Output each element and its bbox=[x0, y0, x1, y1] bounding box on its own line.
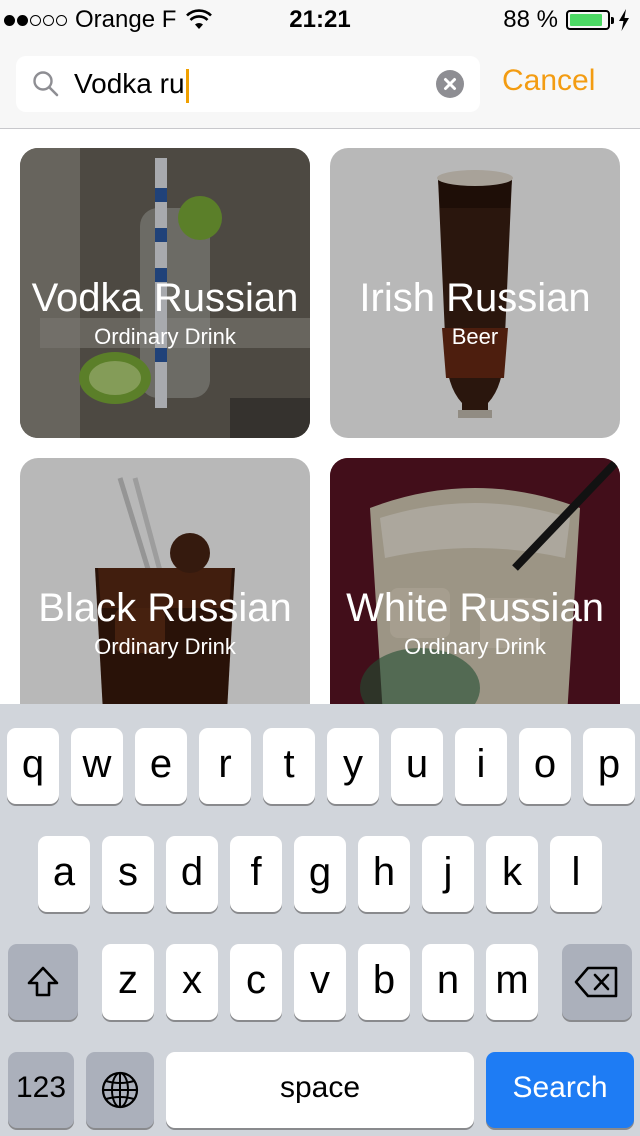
drink-card[interactable]: Irish Russian Beer bbox=[330, 148, 620, 438]
key-g[interactable]: g bbox=[294, 836, 346, 912]
key-i[interactable]: i bbox=[455, 728, 507, 804]
charging-bolt-icon bbox=[619, 9, 629, 31]
globe-key[interactable] bbox=[86, 1052, 154, 1128]
key-t[interactable]: t bbox=[263, 728, 315, 804]
drink-card[interactable]: Vodka Russian Ordinary Drink bbox=[20, 148, 310, 438]
drink-title: Black Russian bbox=[38, 586, 292, 630]
keyboard: qwertyuiop asdfghjkl zxcvbnm 123 space S… bbox=[0, 704, 640, 1136]
key-y[interactable]: y bbox=[327, 728, 379, 804]
drink-category: Beer bbox=[451, 324, 499, 349]
key-k[interactable]: k bbox=[486, 836, 538, 912]
text-cursor bbox=[185, 68, 189, 103]
key-s[interactable]: s bbox=[102, 836, 154, 912]
key-l[interactable]: l bbox=[550, 836, 602, 912]
drink-title: Vodka Russian bbox=[31, 276, 299, 320]
backspace-icon bbox=[574, 966, 618, 998]
key-r[interactable]: r bbox=[199, 728, 251, 804]
key-q[interactable]: q bbox=[7, 728, 59, 804]
key-u[interactable]: u bbox=[391, 728, 443, 804]
numbers-key[interactable]: 123 bbox=[8, 1052, 74, 1128]
key-n[interactable]: n bbox=[422, 944, 474, 1020]
key-v[interactable]: v bbox=[294, 944, 346, 1020]
key-a[interactable]: a bbox=[38, 836, 90, 912]
search-header: Vodka ru Cancel bbox=[0, 40, 640, 129]
key-e[interactable]: e bbox=[135, 728, 187, 804]
battery-status: 88 % bbox=[503, 6, 630, 34]
globe-icon bbox=[101, 1071, 139, 1109]
drink-category: Ordinary Drink bbox=[404, 634, 546, 659]
key-d[interactable]: d bbox=[166, 836, 218, 912]
drink-title: Irish Russian bbox=[359, 276, 591, 320]
key-x[interactable]: x bbox=[166, 944, 218, 1020]
space-key[interactable]: space bbox=[166, 1052, 474, 1128]
battery-icon bbox=[566, 10, 614, 30]
search-query: Vodka ru bbox=[74, 56, 189, 112]
key-h[interactable]: h bbox=[358, 836, 410, 912]
key-c[interactable]: c bbox=[230, 944, 282, 1020]
battery-percent: 88 % bbox=[503, 6, 558, 33]
battery-level bbox=[570, 14, 602, 26]
key-b[interactable]: b bbox=[358, 944, 410, 1020]
status-bar: Orange F 21:21 88 % bbox=[0, 0, 640, 40]
shift-arrow-icon bbox=[27, 966, 59, 997]
results-grid: Vodka Russian Ordinary Drink Irish Russi… bbox=[0, 129, 640, 704]
drink-category: Ordinary Drink bbox=[94, 634, 236, 659]
drink-card[interactable]: Black Russian Ordinary Drink bbox=[20, 458, 310, 704]
search-icon bbox=[33, 71, 59, 97]
drink-card[interactable]: White Russian Ordinary Drink bbox=[330, 458, 620, 704]
clear-text-icon[interactable] bbox=[436, 70, 464, 98]
key-p[interactable]: p bbox=[583, 728, 635, 804]
drink-title: White Russian bbox=[346, 586, 604, 630]
drink-category: Ordinary Drink bbox=[94, 324, 236, 349]
key-f[interactable]: f bbox=[230, 836, 282, 912]
key-o[interactable]: o bbox=[519, 728, 571, 804]
search-input[interactable]: Vodka ru bbox=[16, 56, 480, 112]
cancel-button[interactable]: Cancel bbox=[502, 64, 595, 98]
key-w[interactable]: w bbox=[71, 728, 123, 804]
key-m[interactable]: m bbox=[486, 944, 538, 1020]
key-j[interactable]: j bbox=[422, 836, 474, 912]
shift-key[interactable] bbox=[8, 944, 78, 1020]
delete-key[interactable] bbox=[562, 944, 632, 1020]
search-key[interactable]: Search bbox=[486, 1052, 634, 1128]
key-z[interactable]: z bbox=[102, 944, 154, 1020]
